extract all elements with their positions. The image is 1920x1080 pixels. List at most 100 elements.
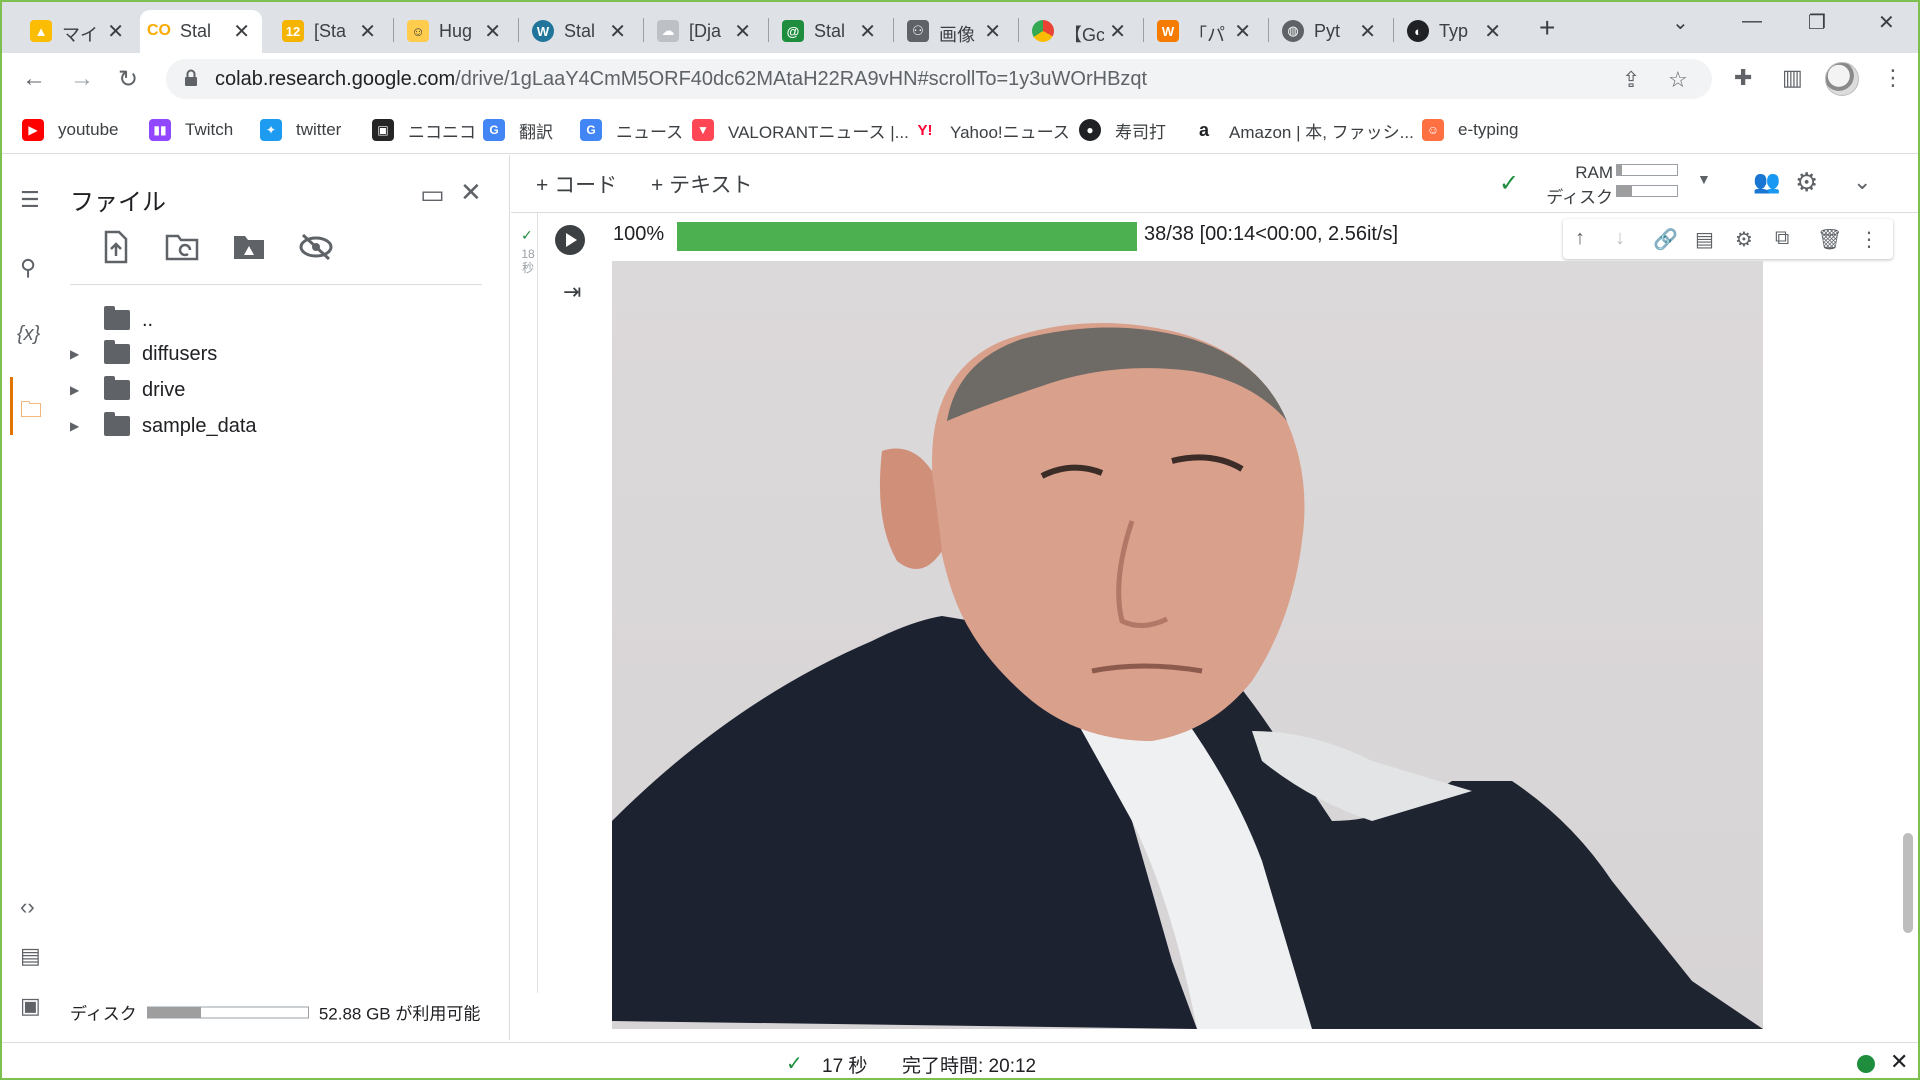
expand-caret-icon[interactable]: ▶: [70, 347, 80, 361]
cell-settings-icon[interactable]: ⚙: [1735, 227, 1753, 252]
close-tab-icon[interactable]: ✕: [1359, 19, 1376, 44]
mount-drive-icon[interactable]: [232, 232, 266, 262]
close-status-icon[interactable]: ✕: [1890, 1049, 1908, 1075]
close-tab-icon[interactable]: ✕: [609, 19, 626, 44]
tab-7[interactable]: ⚇ 画像 ✕: [899, 10, 1013, 53]
tab-0[interactable]: ▲ マイ ✕: [22, 10, 136, 53]
reload-icon[interactable]: ↻: [118, 65, 138, 94]
tab-8[interactable]: 【Gc ✕: [1024, 10, 1138, 53]
tab-6[interactable]: @ Stal ✕: [774, 10, 888, 53]
close-tab-icon[interactable]: ✕: [859, 19, 876, 44]
caret-down-icon[interactable]: ▼: [1697, 171, 1711, 187]
expand-caret-icon[interactable]: ▶: [70, 419, 80, 433]
bookmark-news[interactable]: G ニュース: [580, 118, 683, 142]
refresh-folder-icon[interactable]: [165, 232, 199, 262]
tab-2[interactable]: 12 [Sta ✕: [274, 10, 388, 53]
close-tab-icon[interactable]: ✕: [1109, 19, 1126, 44]
tree-item-sample-data[interactable]: ▶ sample_data: [70, 411, 257, 441]
share-people-icon[interactable]: 👥: [1753, 169, 1780, 195]
close-tab-icon[interactable]: ✕: [233, 19, 250, 44]
back-icon[interactable]: ←: [22, 65, 46, 93]
tree-item-parent[interactable]: ..: [70, 305, 153, 335]
side-panel-icon[interactable]: ▥: [1782, 65, 1803, 91]
close-tab-icon[interactable]: ✕: [484, 19, 501, 44]
address-bar[interactable]: colab.research.google.com/drive/1gLaaY4C…: [166, 59, 1712, 99]
variables-icon[interactable]: {x}: [17, 323, 40, 346]
comment-icon[interactable]: ▤: [1695, 227, 1714, 252]
elapsed-time: 17 秒: [822, 1056, 868, 1077]
close-tab-icon[interactable]: ✕: [734, 19, 751, 44]
move-down-icon[interactable]: ↓: [1615, 227, 1625, 250]
profile-avatar[interactable]: [1825, 62, 1859, 96]
bookmark-twitch[interactable]: ▮▮ Twitch: [149, 118, 233, 142]
code-snippets-icon[interactable]: ‹›: [20, 894, 35, 920]
search-icon[interactable]: ⚲: [20, 255, 36, 281]
collapse-header-icon[interactable]: ⌄: [1853, 169, 1871, 195]
bookmark-niconico[interactable]: ▣ ニコニコ: [372, 118, 476, 142]
mirror-cell-icon[interactable]: ⧉: [1775, 227, 1789, 250]
close-tab-icon[interactable]: ✕: [984, 19, 1001, 44]
terminal-icon[interactable]: ▣: [20, 993, 41, 1019]
close-tab-icon[interactable]: ✕: [107, 19, 124, 44]
move-up-icon[interactable]: ↑: [1575, 227, 1585, 250]
bookmark-twitter[interactable]: ✦ twitter: [260, 118, 341, 142]
new-tab-icon[interactable]: +: [1539, 12, 1555, 44]
add-code-button[interactable]: + コード: [536, 169, 617, 199]
forward-icon[interactable]: →: [70, 65, 94, 93]
hide-files-icon[interactable]: [298, 232, 334, 262]
share-icon[interactable]: ⇪: [1622, 67, 1640, 93]
tab-search-icon[interactable]: ⌄: [1672, 10, 1689, 35]
tab-10[interactable]: ◍ Pyt ✕: [1274, 10, 1388, 53]
news-icon: G: [580, 119, 602, 141]
menu-icon[interactable]: ⋮: [1882, 65, 1904, 91]
tab-3[interactable]: ☺ Hug ✕: [399, 10, 513, 53]
close-tab-icon[interactable]: ✕: [1234, 19, 1251, 44]
bookmark-amazon[interactable]: a Amazon | 本, ファッシ...: [1193, 118, 1414, 142]
command-palette-icon[interactable]: ▤: [20, 943, 41, 969]
minimize-icon[interactable]: —: [1742, 10, 1762, 33]
bookmark-etyping[interactable]: ☺ e-typing: [1422, 118, 1518, 142]
bookmark-label: Twitch: [185, 120, 234, 139]
browser-window: ▲ マイ ✕ CO Stal ✕ 12 [Sta ✕ ☺ Hug ✕ W Sta…: [0, 0, 1920, 1080]
run-cell-button[interactable]: [555, 225, 585, 255]
connection-status-dot: [1857, 1055, 1875, 1073]
bookmark-yahoo[interactable]: Y! Yahoo!ニュース: [914, 118, 1070, 142]
tab-1[interactable]: CO Stal ✕: [140, 10, 262, 53]
parent-folder-icon: [104, 306, 130, 330]
close-icon[interactable]: ✕: [460, 177, 482, 208]
url-path: /drive/1gLaaY4CmM5ORF40dc62MAtaH22RA9vHN…: [455, 68, 1148, 90]
more-options-icon[interactable]: ⋮: [1859, 227, 1879, 252]
toc-icon[interactable]: ☰: [20, 187, 40, 213]
tab-9[interactable]: W 「パ ✕: [1149, 10, 1263, 53]
restore-icon[interactable]: ❐: [1808, 10, 1826, 35]
tab-11[interactable]: ◐ Typ ✕: [1399, 10, 1513, 53]
open-window-icon[interactable]: ▭: [420, 179, 445, 210]
tab-5[interactable]: ☁ [Dja ✕: [649, 10, 763, 53]
bookmark-star-icon[interactable]: ☆: [1668, 67, 1688, 93]
scrollbar-thumb[interactable]: [1903, 833, 1913, 933]
add-text-button[interactable]: + テキスト: [651, 169, 752, 199]
settings-gear-icon[interactable]: ⚙: [1795, 167, 1818, 198]
bookmark-sushida[interactable]: ● 寿司打: [1079, 118, 1166, 142]
files-icon[interactable]: 🗀: [20, 393, 42, 431]
output-menu-icon[interactable]: ⇥: [563, 279, 581, 305]
bookmark-translate[interactable]: G 翻訳: [483, 118, 553, 142]
bookmark-youtube[interactable]: ▶ youtube: [22, 118, 119, 142]
12-icon: 12: [282, 20, 304, 42]
bookmark-valorant[interactable]: ▼ VALORANTニュース |...: [692, 118, 909, 142]
link-icon[interactable]: 🔗: [1653, 227, 1678, 252]
expand-caret-icon[interactable]: ▶: [70, 383, 80, 397]
extensions-icon[interactable]: ✚: [1734, 65, 1752, 91]
close-tab-icon[interactable]: ✕: [359, 19, 376, 44]
close-tab-icon[interactable]: ✕: [1484, 19, 1501, 44]
typing-icon: ◐: [1407, 20, 1429, 42]
tree-item-diffusers[interactable]: ▶ diffusers: [70, 339, 217, 369]
upload-file-icon[interactable]: [102, 230, 130, 264]
tree-item-drive[interactable]: ▶ drive: [70, 375, 185, 405]
url-text: colab.research.google.com/drive/1gLaaY4C…: [215, 68, 1147, 91]
progress-detail: 38/38 [00:14<00:00, 2.56it/s]: [1144, 223, 1399, 245]
bookmark-label: youtube: [58, 120, 119, 139]
tab-4[interactable]: W Stal ✕: [524, 10, 638, 53]
delete-icon[interactable]: 🗑: [1817, 227, 1842, 252]
close-window-icon[interactable]: ✕: [1878, 10, 1895, 35]
